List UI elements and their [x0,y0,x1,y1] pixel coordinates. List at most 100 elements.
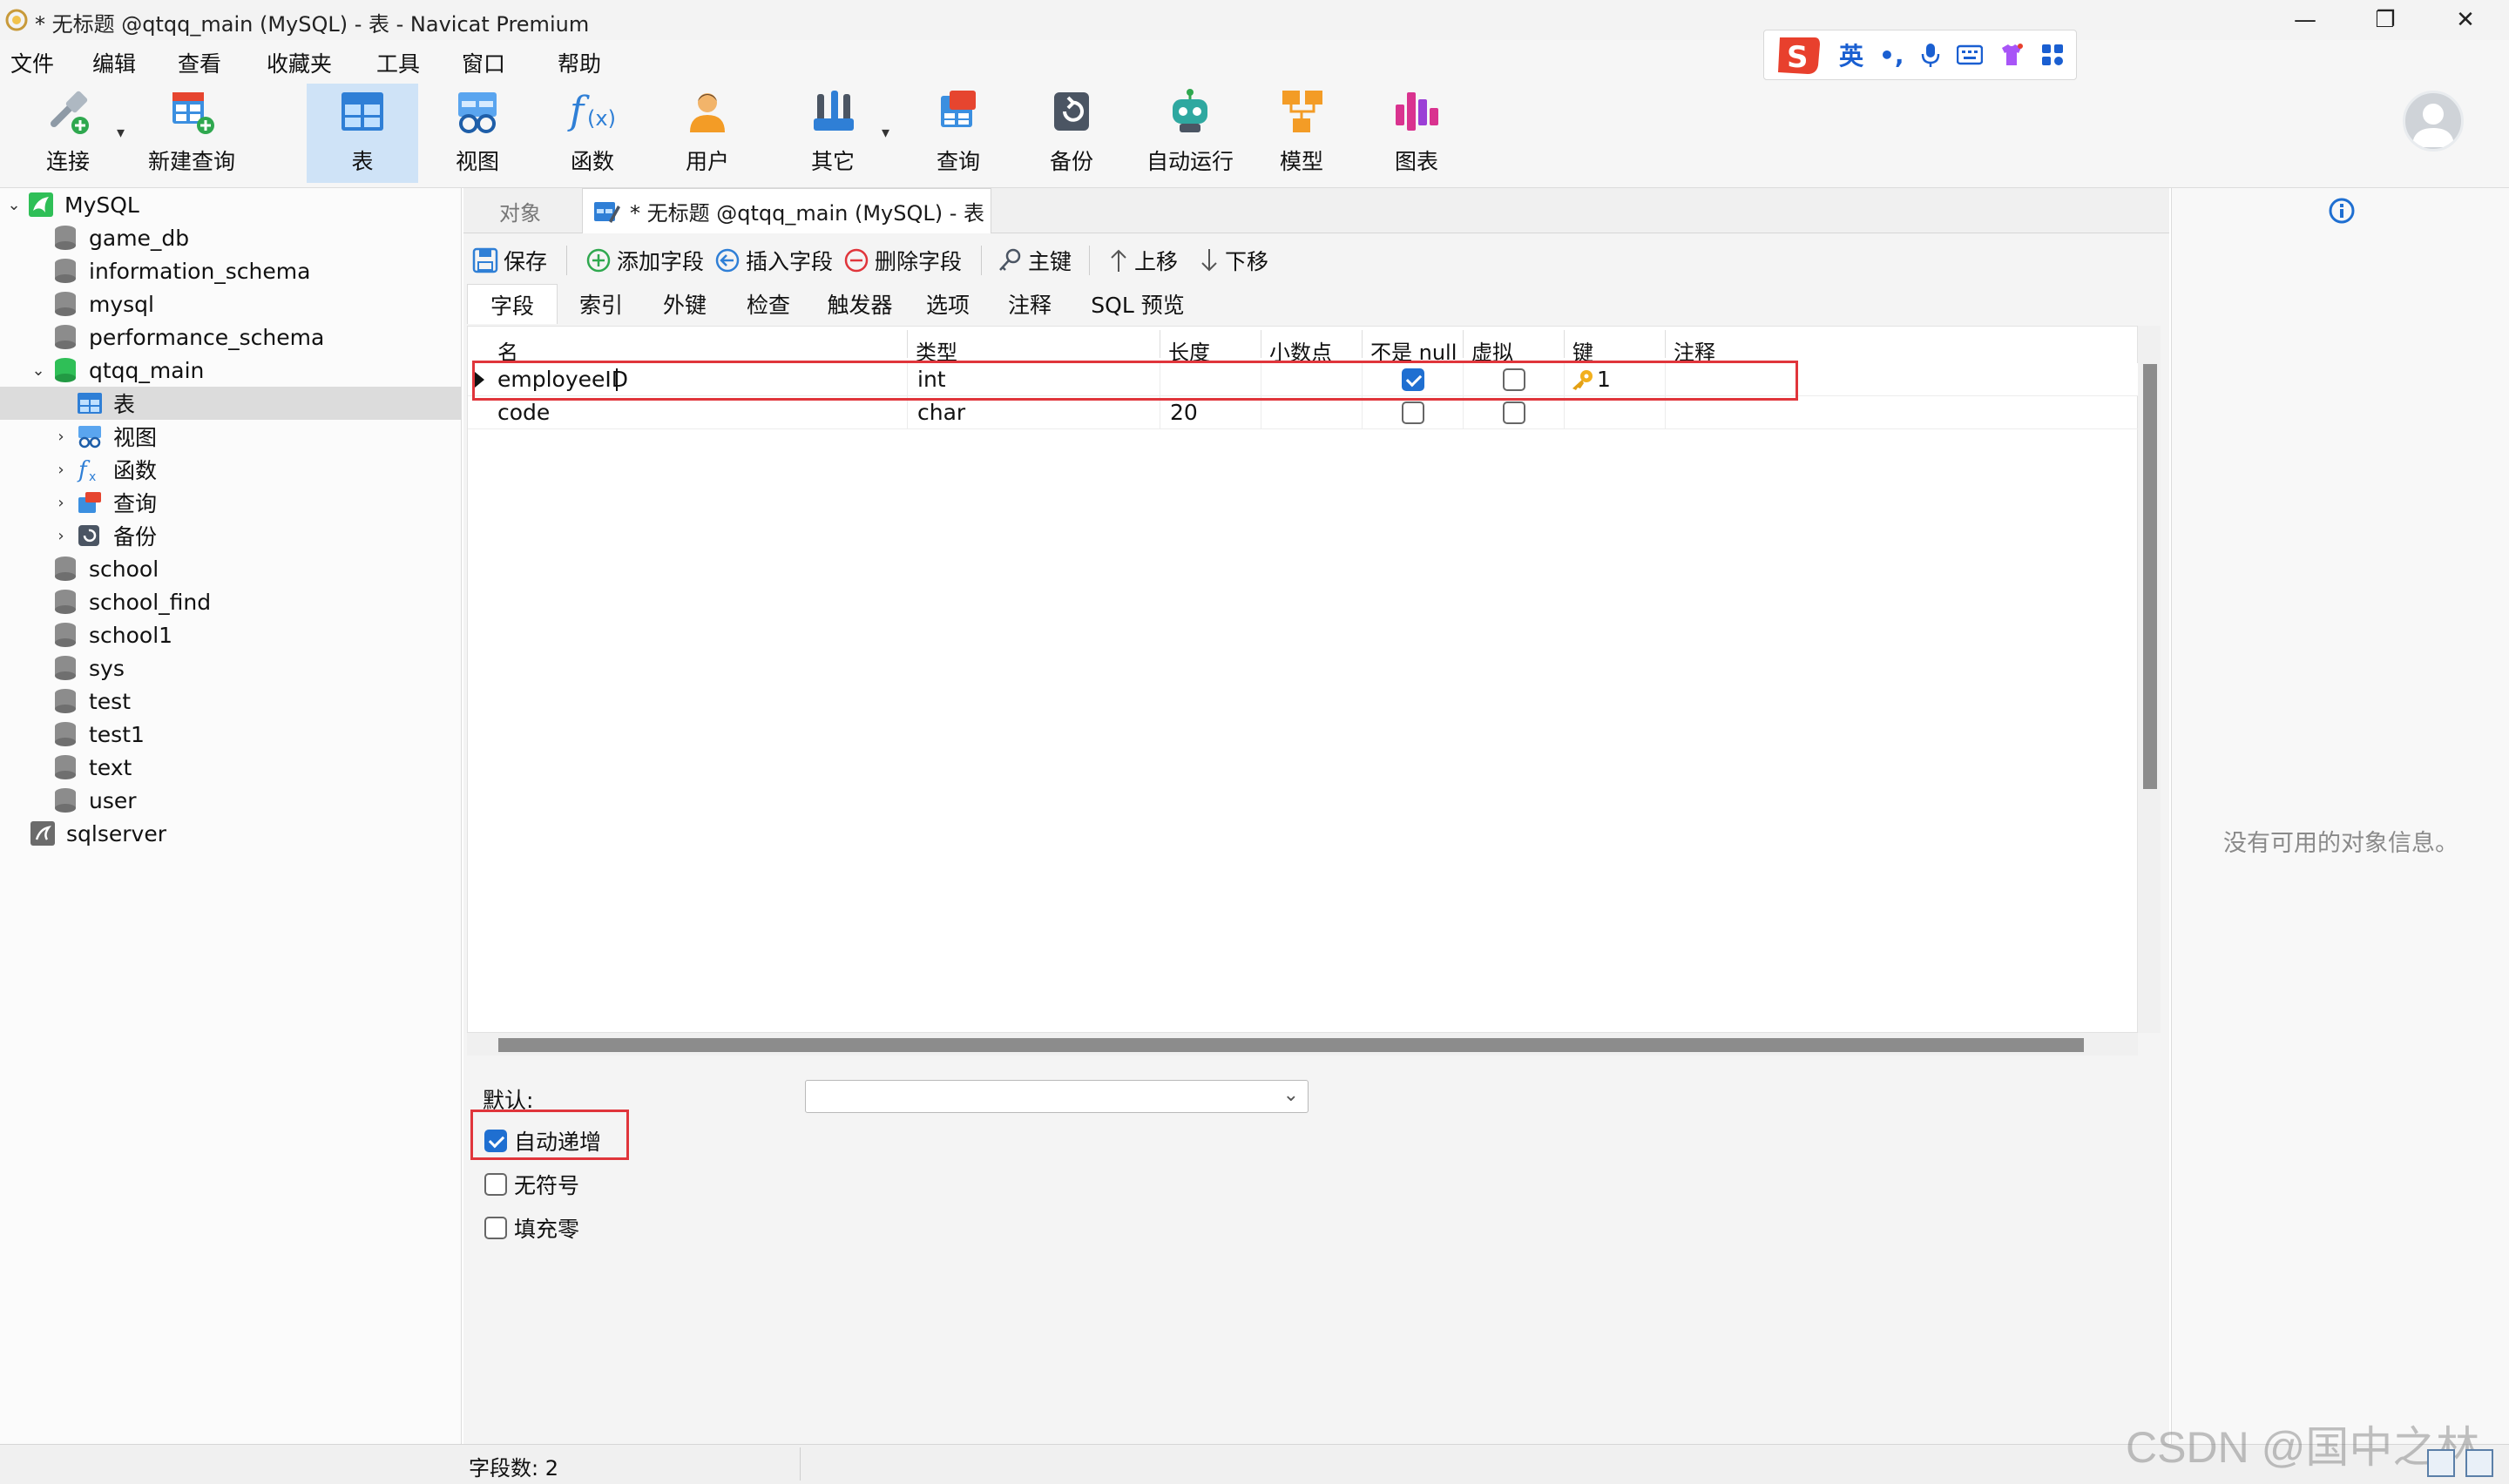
nav-db-game_db[interactable]: game_db [0,221,462,254]
menu-file[interactable]: 文件 [10,47,54,78]
user-avatar[interactable] [2403,91,2464,152]
expand-icon[interactable]: › [51,494,71,512]
nav-db-test[interactable]: test [0,685,462,718]
nav-db-text[interactable]: text [0,751,462,784]
layout-list-icon[interactable] [2427,1449,2455,1477]
subtab-foreign-keys[interactable]: 外键 [643,284,727,324]
nav-item-functions[interactable]: › fx 函数 [0,453,462,486]
insert-field-button[interactable]: 插入字段 [714,244,833,277]
toolbar-others-button[interactable]: 其它 [777,84,889,183]
others-dropdown-icon[interactable]: ▾ [882,124,889,142]
minimize-button[interactable]: — [2269,0,2342,40]
toolbar-user-button[interactable]: 用户 [652,84,763,183]
subtab-comment[interactable]: 注释 [986,284,1073,324]
info-icon[interactable] [2328,197,2356,225]
toolbar-new-query-button[interactable]: 新建查询 [136,84,247,183]
nav-db-school1[interactable]: school1 [0,618,462,651]
nav-item-queries[interactable]: › 查询 [0,486,462,519]
menu-help[interactable]: 帮助 [558,47,601,78]
tab-table-designer[interactable]: * 无标题 @qtqq_main (MySQL) - 表 [582,188,991,233]
default-value-select[interactable]: ⌄ [805,1080,1309,1113]
nav-db-school_find[interactable]: school_find [0,585,462,618]
move-down-button[interactable]: 下移 [1199,244,1268,277]
expand-icon[interactable]: › [51,428,71,446]
nav-db-user[interactable]: user [0,784,462,817]
nav-db-qtqq_main[interactable]: ⌄ qtqq_main [0,354,462,387]
not-null-checkbox[interactable] [1402,401,1424,424]
menu-window[interactable]: 窗口 [462,47,505,78]
mysql-connection-icon [29,192,53,217]
collapse-icon[interactable]: ⌄ [3,196,24,214]
expand-icon[interactable]: › [51,461,71,479]
nav-item-tables[interactable]: 表 [0,387,462,420]
subtab-checks[interactable]: 检查 [727,284,810,324]
toolbar-automation-button[interactable]: 自动运行 [1129,84,1251,183]
subtab-options[interactable]: 选项 [910,284,986,324]
ime-toolbar[interactable]: S 英 •, [1763,30,2077,80]
collapse-icon[interactable]: ⌄ [28,361,49,380]
model-icon [1282,91,1322,132]
ime-language[interactable]: 英 [1839,37,1863,72]
subtab-fields[interactable]: 字段 [467,284,558,324]
expand-icon[interactable]: › [51,527,71,545]
database-icon [55,623,76,647]
vertical-scroll-thumb[interactable] [2143,364,2157,789]
toolbar-table-button[interactable]: 表 [307,84,418,183]
toolbar-chart-button[interactable]: 图表 [1361,84,1472,183]
skin-shirt-icon[interactable] [1998,43,2025,67]
sqlserver-connection-icon [30,821,55,846]
subtab-indexes[interactable]: 索引 [561,284,641,324]
query-icon [941,91,976,127]
ime-punctuation[interactable]: •, [1879,41,1904,70]
field-count-status: 字段数: 2 [469,1456,558,1481]
cell-type[interactable]: char [917,400,965,425]
primary-key-button[interactable]: 主键 [997,244,1072,277]
unsigned-checkbox[interactable] [484,1173,507,1196]
table-row[interactable]: code char 20 [468,396,2139,429]
subtab-triggers[interactable]: 触发器 [810,284,910,324]
user-icon [690,93,725,132]
nav-db-performance_schema[interactable]: performance_schema [0,320,462,354]
nav-db-information_schema[interactable]: information_schema [0,254,462,287]
menu-edit[interactable]: 编辑 [92,47,136,78]
toolbar-query-button[interactable]: 查询 [903,84,1014,183]
menu-view[interactable]: 查看 [178,47,221,78]
nav-db-school[interactable]: school [0,552,462,585]
svg-text:x: x [89,470,96,482]
keyboard-icon[interactable] [1956,44,1983,65]
delete-field-button[interactable]: 删除字段 [843,244,962,277]
layout-detail-icon[interactable] [2465,1449,2493,1477]
save-button[interactable]: 保存 [472,244,547,277]
toolbar-backup-button[interactable]: 备份 [1016,84,1127,183]
zerofill-checkbox[interactable] [484,1217,507,1239]
nav-connection-sqlserver[interactable]: sqlserver [0,817,462,850]
nav-item-backups[interactable]: › 备份 [0,519,462,552]
subtab-sql-preview[interactable]: SQL 预览 [1073,284,1202,324]
toolbar-view-button[interactable]: 视图 [422,84,533,183]
cell-length[interactable]: 20 [1170,400,1198,425]
nav-item-views[interactable]: › 视图 [0,420,462,453]
nav-connection-mysql[interactable]: ⌄ MySQL [0,188,462,221]
nav-db-test1[interactable]: test1 [0,718,462,751]
unsigned-option[interactable]: 无符号 [484,1169,579,1200]
restore-button[interactable]: ❐ [2349,0,2422,40]
virtual-checkbox[interactable] [1503,401,1525,424]
toolbar-model-button[interactable]: 模型 [1246,84,1357,183]
nav-db-mysql[interactable]: mysql [0,287,462,320]
toolbox-grid-icon[interactable] [2040,43,2065,67]
close-button[interactable]: ✕ [2429,0,2502,40]
nav-db-sys[interactable]: sys [0,651,462,685]
menu-tools[interactable]: 工具 [376,47,420,78]
horizontal-scroll-thumb[interactable] [498,1038,2084,1052]
move-up-button[interactable]: 上移 [1108,244,1178,277]
toolbar-connect-button[interactable]: 连接 [12,84,124,183]
add-field-button[interactable]: 添加字段 [585,244,704,277]
cell-name[interactable]: code [497,400,550,425]
connect-dropdown-icon[interactable]: ▾ [117,124,125,142]
tab-objects[interactable]: 对象 [463,188,577,233]
database-open-icon [55,358,76,382]
zerofill-option[interactable]: 填充零 [484,1212,579,1244]
microphone-icon[interactable] [1920,42,1941,68]
menu-favorites[interactable]: 收藏夹 [267,47,332,78]
toolbar-function-button[interactable]: f (x) 函数 [537,84,648,183]
